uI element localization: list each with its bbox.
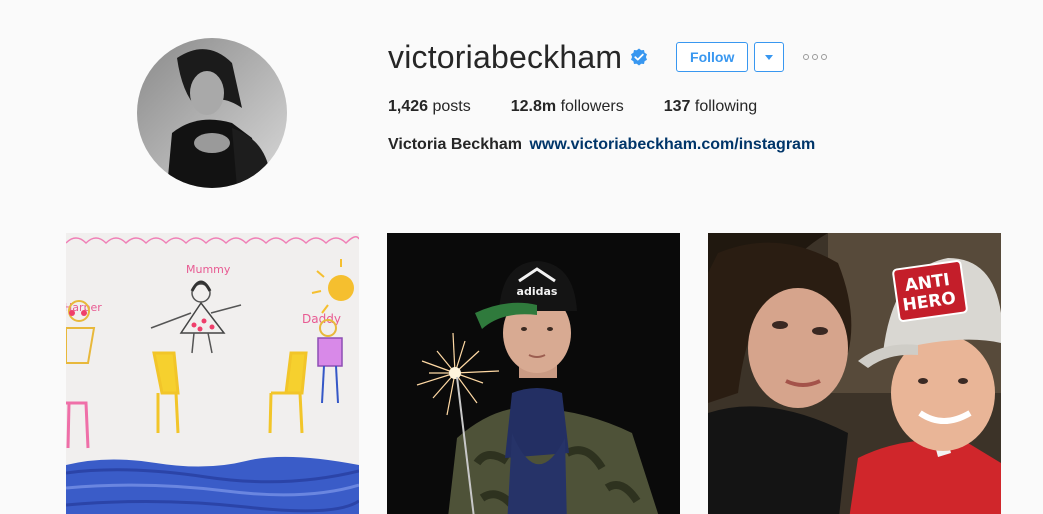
following-count: 137 bbox=[663, 98, 691, 115]
posts-count: 1,426 bbox=[388, 98, 429, 115]
post-thumbnail[interactable]: ANTI HERO bbox=[708, 233, 1001, 514]
photo-grid: Harper Mummy Daddy adidas ANTI HERO bbox=[66, 233, 1001, 514]
more-options-icon[interactable] bbox=[800, 42, 830, 72]
bio-website-link[interactable]: www.victoriabeckham.com/instagram bbox=[529, 136, 815, 153]
followers-label: followers bbox=[560, 98, 624, 115]
posts-label: posts bbox=[432, 98, 471, 115]
profile-stats: 1,426 posts 12.8m followers 137 followin… bbox=[388, 98, 1043, 116]
post-thumbnail[interactable]: Harper Mummy Daddy bbox=[66, 233, 359, 514]
profile-bio: Victoria Beckham www.victoriabeckham.com… bbox=[388, 136, 1043, 154]
profile-avatar bbox=[137, 38, 287, 188]
more-dot bbox=[803, 54, 810, 60]
follow-options-button[interactable] bbox=[754, 42, 785, 72]
chevron-down-icon bbox=[765, 54, 774, 60]
more-dot bbox=[821, 54, 828, 60]
more-dot bbox=[812, 54, 819, 60]
following-stat[interactable]: 137 following bbox=[664, 98, 757, 116]
follow-button[interactable]: Follow bbox=[676, 42, 749, 72]
profile-username: victoriabeckham bbox=[388, 39, 623, 75]
avatar-photo bbox=[137, 38, 287, 188]
followers-count: 12.8m bbox=[510, 98, 557, 115]
profile-info: victoriabeckham Follow 1,426 posts 12.8m… bbox=[388, 36, 1043, 154]
sparkler-photo: adidas bbox=[387, 233, 680, 514]
drawing-photo: Harper Mummy Daddy bbox=[66, 233, 359, 514]
following-label: following bbox=[694, 98, 758, 115]
followers-stat[interactable]: 12.8m followers bbox=[511, 98, 624, 116]
bio-full-name: Victoria Beckham bbox=[388, 136, 522, 153]
verified-badge-icon bbox=[630, 48, 648, 66]
post-thumbnail[interactable]: adidas bbox=[387, 233, 680, 514]
cap-logo-text: adidas bbox=[517, 285, 558, 298]
drawing-label-mummy: Mummy bbox=[186, 263, 231, 276]
profile-header-row: victoriabeckham Follow bbox=[388, 36, 1043, 78]
selfie-photo: ANTI HERO bbox=[708, 233, 1001, 514]
posts-stat: 1,426 posts bbox=[388, 98, 471, 116]
